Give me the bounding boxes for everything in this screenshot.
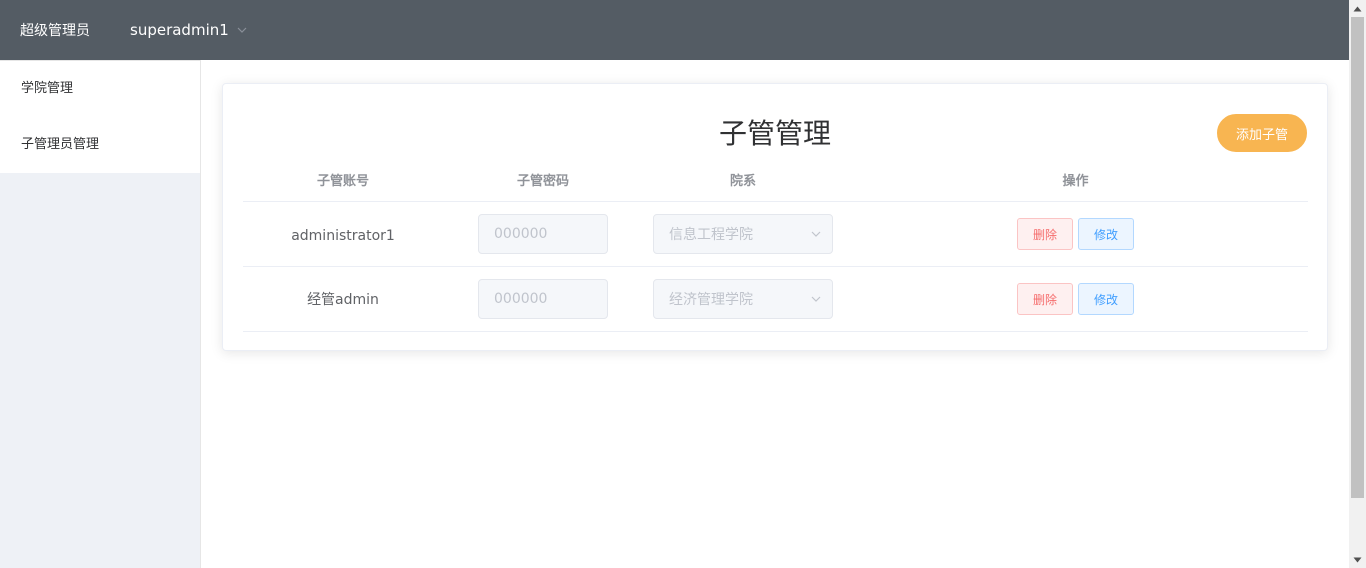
scroll-down-arrow-icon[interactable] bbox=[1349, 551, 1366, 568]
user-menu[interactable]: superadmin1 bbox=[130, 21, 247, 39]
scroll-up-arrow-icon[interactable] bbox=[1349, 0, 1366, 17]
sub-admin-card: 子管管理 添加子管 子管账号 子管密码 院系 操作 administrator1… bbox=[222, 83, 1328, 351]
password-field: 000000 bbox=[478, 279, 608, 319]
department-select: 经济管理学院 bbox=[653, 279, 833, 319]
sidebar-item-label: 子管理员管理 bbox=[21, 137, 100, 152]
department-value: 信息工程学院 bbox=[669, 227, 753, 243]
column-header-account: 子管账号 bbox=[316, 174, 369, 189]
column-header-password: 子管密码 bbox=[516, 174, 569, 189]
sub-admin-table: 子管账号 子管密码 院系 操作 administrator1 000000 信息… bbox=[243, 158, 1308, 332]
chevron-down-icon bbox=[237, 27, 247, 33]
table-row: administrator1 000000 信息工程学院 删除 修改 bbox=[243, 202, 1308, 267]
table-row: 经管admin 000000 经济管理学院 删除 修改 bbox=[243, 267, 1308, 332]
account-cell: 经管admin bbox=[307, 292, 379, 308]
table-header: 子管账号 子管密码 院系 操作 bbox=[243, 158, 1308, 202]
page-title: 子管管理 bbox=[718, 117, 831, 150]
edit-button[interactable]: 修改 bbox=[1078, 218, 1134, 250]
department-value: 经济管理学院 bbox=[669, 292, 753, 308]
password-field: 000000 bbox=[478, 214, 608, 254]
sidebar-item-label: 学院管理 bbox=[21, 81, 74, 96]
chevron-down-icon bbox=[811, 231, 821, 237]
column-header-actions: 操作 bbox=[1062, 174, 1089, 189]
column-header-department: 院系 bbox=[729, 174, 756, 189]
sidebar-menu: 学院管理 子管理员管理 bbox=[0, 60, 200, 173]
sidebar-item-college-management[interactable]: 学院管理 bbox=[0, 61, 200, 117]
scrollbar-thumb[interactable] bbox=[1351, 17, 1364, 498]
edit-button[interactable]: 修改 bbox=[1078, 283, 1134, 315]
add-sub-admin-button[interactable]: 添加子管 bbox=[1217, 114, 1307, 152]
main-content: 子管管理 添加子管 子管账号 子管密码 院系 操作 administrator1… bbox=[201, 60, 1349, 568]
account-cell: administrator1 bbox=[291, 227, 395, 244]
sidebar: 学院管理 子管理员管理 bbox=[0, 60, 201, 568]
top-header: 超级管理员 superadmin1 bbox=[0, 0, 1349, 60]
vertical-scrollbar[interactable] bbox=[1349, 0, 1366, 568]
department-select: 信息工程学院 bbox=[653, 214, 833, 254]
delete-button[interactable]: 删除 bbox=[1017, 218, 1073, 250]
sidebar-item-sub-admin-management[interactable]: 子管理员管理 bbox=[0, 117, 200, 173]
header-brand: 超级管理员 bbox=[20, 23, 90, 39]
username: superadmin1 bbox=[130, 21, 229, 39]
chevron-down-icon bbox=[811, 296, 821, 302]
delete-button[interactable]: 删除 bbox=[1017, 283, 1073, 315]
